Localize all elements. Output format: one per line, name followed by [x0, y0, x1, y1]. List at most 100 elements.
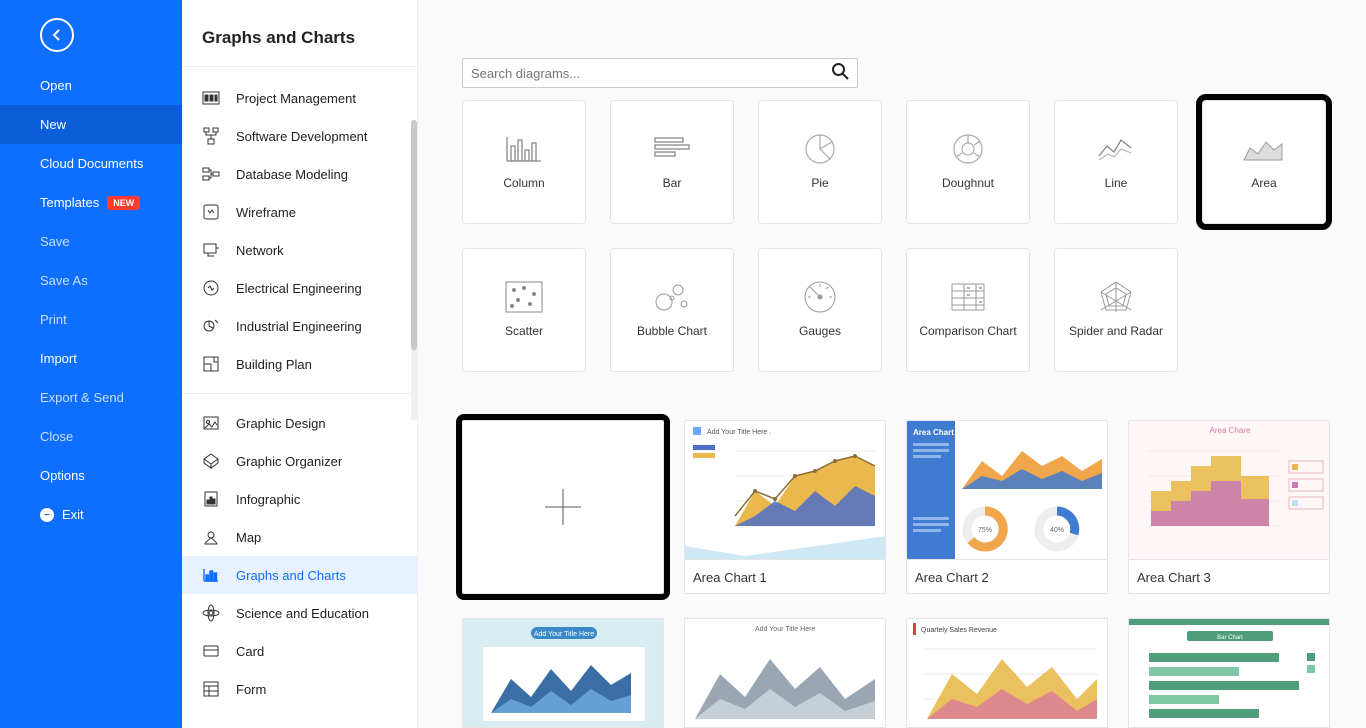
tile-doughnut[interactable]: Doughnut: [906, 100, 1030, 224]
electrical-engineering-icon: [202, 279, 220, 297]
template-area-chart-3[interactable]: Area Chare Area Chart 3: [1128, 420, 1330, 594]
template-item[interactable]: Quartely Sales Revenue: [906, 618, 1108, 728]
cat-wireframe[interactable]: Wireframe: [182, 193, 417, 231]
tile-bar[interactable]: Bar: [610, 100, 734, 224]
rail-export-send[interactable]: Export & Send: [0, 378, 182, 417]
template-caption: Area Chart 3: [1128, 560, 1330, 594]
cat-label: Electrical Engineering: [236, 281, 362, 296]
category-column: Graphs and Charts Project Management Sof…: [182, 0, 418, 728]
rail-cloud-documents[interactable]: Cloud Documents: [0, 144, 182, 183]
map-icon: [202, 528, 220, 546]
cat-label: Graphic Design: [236, 416, 326, 431]
cat-graphic-organizer[interactable]: Graphic Organizer: [182, 442, 417, 480]
back-button[interactable]: [40, 18, 74, 52]
tile-column[interactable]: Column: [462, 100, 586, 224]
cat-label: Science and Education: [236, 606, 369, 621]
svg-text:Add Your Title Here: Add Your Title Here: [755, 626, 815, 633]
search-input[interactable]: [471, 66, 831, 81]
template-blank[interactable]: [462, 420, 664, 594]
cat-label: Card: [236, 644, 264, 659]
template-item[interactable]: Add Your Title Here: [684, 618, 886, 728]
scatter-icon: [504, 282, 544, 312]
tile-label: Line: [1105, 176, 1128, 190]
line-icon: [1096, 134, 1136, 164]
cat-project-management[interactable]: Project Management: [182, 79, 417, 117]
cat-label: Project Management: [236, 91, 356, 106]
new-badge: NEW: [107, 196, 140, 210]
cat-infographic[interactable]: Infographic: [182, 480, 417, 518]
cat-label: Infographic: [236, 492, 300, 507]
gauges-icon: [800, 282, 840, 312]
cat-label: Graphic Organizer: [236, 454, 342, 469]
rail-templates[interactable]: Templates NEW: [0, 183, 182, 222]
template-area-chart-2[interactable]: Area Chart 75% 40% Area Chart 2: [906, 420, 1108, 594]
cat-form[interactable]: Form: [182, 670, 417, 708]
rail-print[interactable]: Print: [0, 300, 182, 339]
tile-label: Area: [1251, 176, 1276, 190]
rail-new[interactable]: New: [0, 105, 182, 144]
graphic-design-icon: [202, 414, 220, 432]
tile-pie[interactable]: Pie: [758, 100, 882, 224]
bar-icon: [652, 134, 692, 164]
infographic-icon: [202, 490, 220, 508]
rail-templates-label: Templates: [40, 195, 99, 210]
doughnut-icon: [948, 134, 988, 164]
tile-area[interactable]: Area: [1202, 100, 1326, 224]
form-icon: [202, 680, 220, 698]
software-development-icon: [202, 127, 220, 145]
rail-open[interactable]: Open: [0, 66, 182, 105]
scroll-thumb[interactable]: [411, 120, 417, 350]
thumb-title: Add Your Title Here .: [707, 429, 771, 436]
rail-save[interactable]: Save: [0, 222, 182, 261]
cat-card[interactable]: Card: [182, 632, 417, 670]
svg-text:Add Your Title Here: Add Your Title Here: [534, 631, 594, 638]
cat-network[interactable]: Network: [182, 231, 417, 269]
search-icon[interactable]: [831, 62, 849, 85]
cat-industrial-engineering[interactable]: Industrial Engineering: [182, 307, 417, 345]
tile-label: Scatter: [505, 324, 543, 338]
cat-software-development[interactable]: Software Development: [182, 117, 417, 155]
thumb-title: Area Chare: [1210, 426, 1251, 435]
card-icon: [202, 642, 220, 660]
rail-import[interactable]: Import: [0, 339, 182, 378]
cat-label: Graphs and Charts: [236, 568, 346, 583]
rail-options[interactable]: Options: [0, 456, 182, 495]
thumb-title: Area Chart: [913, 428, 954, 437]
tile-label: Doughnut: [942, 176, 994, 190]
cat-building-plan[interactable]: Building Plan: [182, 345, 417, 383]
tile-line[interactable]: Line: [1054, 100, 1178, 224]
building-plan-icon: [202, 355, 220, 373]
cat-label: Building Plan: [236, 357, 312, 372]
template-caption: Area Chart 1: [684, 560, 886, 594]
cat-map[interactable]: Map: [182, 518, 417, 556]
template-gallery: Add Your Title Here . Area Chart 1: [462, 420, 1346, 594]
svg-text:Quartely Sales Revenue: Quartely Sales Revenue: [921, 627, 997, 634]
cat-database-modeling[interactable]: Database Modeling: [182, 155, 417, 193]
wireframe-icon: [202, 203, 220, 221]
search-box[interactable]: [462, 58, 858, 88]
project-management-icon: [202, 89, 220, 107]
cat-graphs-and-charts[interactable]: Graphs and Charts: [182, 556, 417, 594]
tile-scatter[interactable]: Scatter: [462, 248, 586, 372]
tile-gauges[interactable]: Gauges: [758, 248, 882, 372]
template-area-chart-1[interactable]: Add Your Title Here . Area Chart 1: [684, 420, 886, 594]
graphs-and-charts-icon: [202, 566, 220, 584]
rail-exit-label: Exit: [62, 507, 84, 522]
template-item[interactable]: Add Your Title Here: [462, 618, 664, 728]
cat-electrical-engineering[interactable]: Electrical Engineering: [182, 269, 417, 307]
cat-graphic-design[interactable]: Graphic Design: [182, 404, 417, 442]
tile-comparison-chart[interactable]: Comparison Chart: [906, 248, 1030, 372]
cat-label: Wireframe: [236, 205, 296, 220]
tile-label: Bar: [663, 176, 682, 190]
rail-close[interactable]: Close: [0, 417, 182, 456]
rail-save-as[interactable]: Save As: [0, 261, 182, 300]
cat-label: Industrial Engineering: [236, 319, 362, 334]
template-item[interactable]: Bar Chart: [1128, 618, 1330, 728]
spider-and-radar-icon: [1096, 282, 1136, 312]
rail-exit[interactable]: – Exit: [0, 495, 182, 534]
cat-science-and-education[interactable]: Science and Education: [182, 594, 417, 632]
tile-spider-and-radar[interactable]: Spider and Radar: [1054, 248, 1178, 372]
tile-bubble-chart[interactable]: Bubble Chart: [610, 248, 734, 372]
tile-label: Column: [503, 176, 544, 190]
cat-label: Network: [236, 243, 284, 258]
